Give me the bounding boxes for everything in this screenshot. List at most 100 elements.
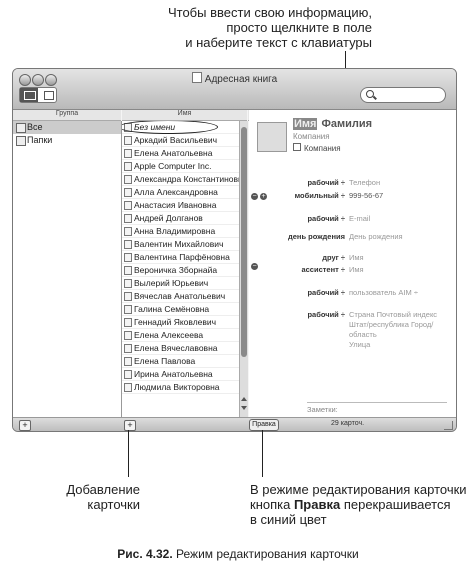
list-item[interactable]: Елена Вячеславовна	[122, 342, 247, 355]
annotation-add-card-line1: Добавление	[66, 482, 140, 497]
annotation-edit-line3: в синий цвет	[250, 512, 327, 527]
name-list: Без имени Аркадий Васильевич Елена Анатоль…	[122, 121, 248, 417]
field-value[interactable]: 999-56-67	[349, 191, 383, 200]
list-item[interactable]: Елена Павлова	[122, 355, 247, 368]
field-label[interactable]: ассистент ÷	[301, 265, 345, 274]
field-row-aim: рабочий ÷ пользователь AIM ÷	[249, 288, 454, 299]
field-label[interactable]: рабочий ÷	[307, 288, 345, 297]
view-mode-switch[interactable]	[19, 87, 57, 103]
notes-field[interactable]: Заметки:	[307, 402, 447, 414]
card-icon	[124, 175, 132, 184]
list-item[interactable]: Галина Семёновна	[122, 303, 247, 316]
remove-field-icon[interactable]: −	[251, 263, 258, 270]
caption-text: Режим редактирования карточки	[172, 547, 359, 561]
company-field[interactable]: Компания	[293, 132, 330, 141]
list-item[interactable]: Людмила Викторовна	[122, 381, 247, 394]
list-item[interactable]: Андрей Долганов	[122, 212, 247, 225]
address-region[interactable]: область	[349, 330, 377, 339]
annotation-edit-text: перекрашивается	[340, 497, 451, 512]
address-book-window: Адресная книга Группа Имя Все Папки Без …	[12, 68, 457, 432]
scrollbar-thumb[interactable]	[241, 127, 247, 357]
address-country-zip[interactable]: Страна Почтовый индекс	[349, 310, 437, 319]
list-item-label: Геннадий Яковлевич	[134, 317, 217, 327]
field-label[interactable]: рабочий ÷	[307, 214, 345, 223]
list-item[interactable]: Apple Computer Inc.	[122, 160, 247, 173]
card-icon	[124, 240, 132, 249]
edit-button[interactable]: Правка	[249, 419, 279, 431]
checkbox-icon	[293, 143, 301, 151]
address-state-city[interactable]: Штат/республика Город/	[349, 320, 433, 329]
field-value[interactable]: Имя	[349, 253, 364, 262]
address-street[interactable]: Улица	[349, 340, 370, 349]
field-label[interactable]: рабочий ÷	[307, 310, 345, 319]
list-item[interactable]: Валентин Михайлович	[122, 238, 247, 251]
bottom-toolbar: + + Правка 29 карточ.	[13, 417, 456, 431]
list-item-label: Аркадий Васильевич	[134, 135, 218, 145]
list-item[interactable]: Александра Константиновна	[122, 173, 247, 186]
annotation-top-line1: Чтобы ввести свою информацию,	[167, 5, 372, 20]
add-field-icon[interactable]: +	[260, 193, 267, 200]
list-item[interactable]: Валентина Парфёновна	[122, 251, 247, 264]
window-title: Адресная книга	[13, 72, 456, 85]
list-item[interactable]: Анна Владимировна	[122, 225, 247, 238]
remove-field-icon[interactable]: −	[251, 193, 258, 200]
resize-grip[interactable]	[444, 421, 453, 430]
card-icon	[124, 305, 132, 314]
list-item-new-card[interactable]: Без имени	[122, 121, 247, 134]
list-item[interactable]: Аркадий Васильевич	[122, 134, 247, 147]
list-item-label: Вячеслав Анатольевич	[134, 291, 226, 301]
list-item[interactable]: Вылерий Юрьевич	[122, 277, 247, 290]
scroll-down-arrow[interactable]	[241, 406, 247, 410]
annotation-edit-line2: кнопка Правка перекрашивается	[250, 497, 475, 512]
list-item-label: Анна Владимировна	[134, 226, 216, 236]
list-item-label: Галина Семёновна	[134, 304, 210, 314]
field-value[interactable]: пользователь AIM ÷	[349, 288, 418, 297]
add-group-button[interactable]: +	[19, 420, 31, 431]
document-icon	[191, 72, 202, 83]
list-item[interactable]: Вероничка Зборнайа	[122, 264, 247, 277]
name-field[interactable]: Имя Фамилия	[293, 118, 373, 130]
list-item-label: Анастасия Ивановна	[134, 200, 217, 210]
card-icon	[124, 318, 132, 327]
group-column-label: Группа	[55, 110, 79, 117]
annotation-edit-bold: Правка	[293, 497, 341, 512]
field-label[interactable]: мобильный ÷	[295, 191, 345, 200]
field-row-birthday: день рождения День рождения	[249, 232, 454, 243]
field-value[interactable]: Имя	[349, 265, 364, 274]
list-item[interactable]: Алла Александровна	[122, 186, 247, 199]
search-field[interactable]	[360, 87, 446, 103]
company-checkbox[interactable]: Компания	[293, 143, 341, 153]
name-list-scrollbar[interactable]	[239, 121, 248, 417]
group-column-header[interactable]: Группа	[13, 110, 121, 121]
list-item-label: Людмила Викторовна	[134, 382, 220, 392]
group-item-folders[interactable]: Папки	[13, 134, 121, 147]
card-icon	[124, 292, 132, 301]
list-item-label: Андрей Долганов	[134, 213, 203, 223]
contact-photo[interactable]	[257, 122, 287, 152]
group-item-all[interactable]: Все	[13, 121, 121, 134]
field-row-phone-mobile: − + мобильный ÷ 999-56-67	[249, 191, 454, 202]
field-label[interactable]: рабочий ÷	[307, 178, 345, 187]
first-name-field[interactable]: Имя	[293, 118, 318, 130]
field-value[interactable]: День рождения	[349, 232, 403, 241]
field-row-friend: друг ÷ Имя	[249, 253, 454, 264]
card-icon	[124, 266, 132, 275]
list-item[interactable]: Елена Алексеева	[122, 329, 247, 342]
card-and-columns-view-button[interactable]	[20, 88, 38, 102]
list-item[interactable]: Ирина Анатольевна	[122, 368, 247, 381]
last-name-field[interactable]: Фамилия	[321, 118, 374, 130]
card-detail: Имя Фамилия Компания Компания рабочий ÷ Т…	[249, 110, 456, 417]
card-only-view-icon[interactable]	[44, 91, 54, 100]
field-value[interactable]: E-mail	[349, 214, 370, 223]
scroll-up-arrow[interactable]	[241, 397, 247, 401]
list-item[interactable]: Анастасия Ивановна	[122, 199, 247, 212]
list-item[interactable]: Вячеслав Анатольевич	[122, 290, 247, 303]
add-card-button[interactable]: +	[124, 420, 136, 431]
field-value[interactable]: Телефон	[349, 178, 380, 187]
caption-prefix: Рис. 4.32.	[117, 547, 173, 561]
field-label[interactable]: друг ÷	[322, 253, 345, 262]
list-item[interactable]: Геннадий Яковлевич	[122, 316, 247, 329]
name-column-header[interactable]: Имя	[122, 110, 247, 121]
list-item[interactable]: Елена Анатольевна	[122, 147, 247, 160]
title-bar: Адресная книга	[13, 69, 456, 110]
